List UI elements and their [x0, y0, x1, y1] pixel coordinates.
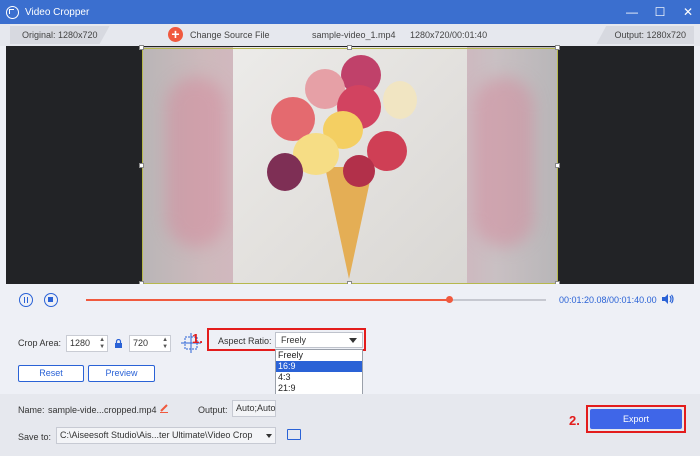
close-button[interactable]: ✕: [682, 5, 694, 19]
export-button[interactable]: Export: [590, 409, 682, 429]
crop-handle-right[interactable]: [555, 163, 560, 168]
name-label: Name:: [18, 405, 45, 415]
save-to-label: Save to:: [18, 432, 52, 442]
original-resolution: Original: 1280x720: [10, 26, 110, 44]
time-display: 00:01:20.08/00:01:40.00: [559, 295, 657, 305]
maximize-button[interactable]: ☐: [654, 5, 666, 19]
preview-button[interactable]: Preview: [88, 365, 155, 382]
progress-knob[interactable]: [446, 296, 454, 303]
volume-icon[interactable]: [662, 294, 674, 304]
aspect-ratio-select[interactable]: Freely: [275, 332, 363, 348]
output-format-select[interactable]: Auto;Auto: [232, 400, 276, 417]
width-stepper[interactable]: ▲ ▼: [99, 337, 105, 351]
stop-icon: [48, 297, 53, 302]
crop-handle-tr[interactable]: [555, 45, 560, 50]
window-controls: — ☐ ✕: [626, 0, 694, 24]
crop-width-input[interactable]: 1280 ▲ ▼: [66, 334, 109, 352]
progress-track[interactable]: [86, 296, 546, 303]
step-2-marker: 2.: [569, 413, 580, 428]
info-bar: Original: 1280x720 + Change Source File …: [0, 24, 700, 46]
reset-button[interactable]: Reset: [18, 365, 84, 382]
app-logo-icon: [6, 5, 19, 19]
output-resolution: Output: 1280x720: [596, 26, 694, 44]
crop-handle-tl[interactable]: [139, 45, 144, 50]
folder-icon[interactable]: [287, 429, 301, 440]
save-path-select[interactable]: C:\Aiseesoft Studio\Ais...ter Ultimate\V…: [56, 427, 276, 444]
file-meta: 1280x720/00:01:40: [410, 30, 488, 40]
crop-rectangle[interactable]: [142, 48, 558, 284]
minimize-button[interactable]: —: [626, 5, 638, 19]
playback-controls: 00:01:20.08/00:01:40.00: [6, 284, 694, 318]
crop-height-input[interactable]: 720 ▲ ▼: [129, 334, 172, 352]
output-name: sample-vide...cropped.mp4: [48, 405, 157, 415]
crop-handle-top[interactable]: [347, 45, 352, 50]
change-source-button[interactable]: + Change Source File: [168, 27, 270, 42]
output-label: Output:: [198, 405, 228, 415]
step-1-marker: 1.: [192, 331, 203, 346]
window-title: Video Cropper: [25, 6, 90, 18]
aspect-option[interactable]: 16:9: [276, 361, 362, 372]
aspect-option[interactable]: Freely: [276, 350, 362, 361]
edit-icon[interactable]: [159, 403, 169, 413]
pause-button[interactable]: [19, 293, 33, 307]
crop-area-label: Crop Area:: [18, 338, 62, 348]
dropdown-arrow-icon[interactable]: [349, 338, 357, 343]
crop-handle-left[interactable]: [139, 163, 144, 168]
file-name: sample-video_1.mp4: [312, 30, 396, 40]
crop-area-row: Crop Area: 1280 ▲ ▼ 720 ▲ ▼: [18, 333, 202, 353]
change-source-label[interactable]: Change Source File: [190, 30, 270, 40]
aspect-option[interactable]: 4:3: [276, 372, 362, 383]
lock-icon[interactable]: [114, 338, 123, 348]
title-bar: Video Cropper — ☐ ✕: [0, 0, 700, 24]
height-stepper[interactable]: ▲ ▼: [162, 337, 168, 351]
plus-icon[interactable]: +: [168, 27, 183, 42]
stop-button[interactable]: [44, 293, 58, 307]
progress-fill: [86, 299, 450, 301]
pause-icon: [24, 297, 28, 303]
aspect-option[interactable]: 21:9: [276, 383, 362, 394]
aspect-ratio-label: Aspect Ratio:: [218, 336, 272, 346]
save-dropdown-icon[interactable]: [266, 434, 272, 438]
